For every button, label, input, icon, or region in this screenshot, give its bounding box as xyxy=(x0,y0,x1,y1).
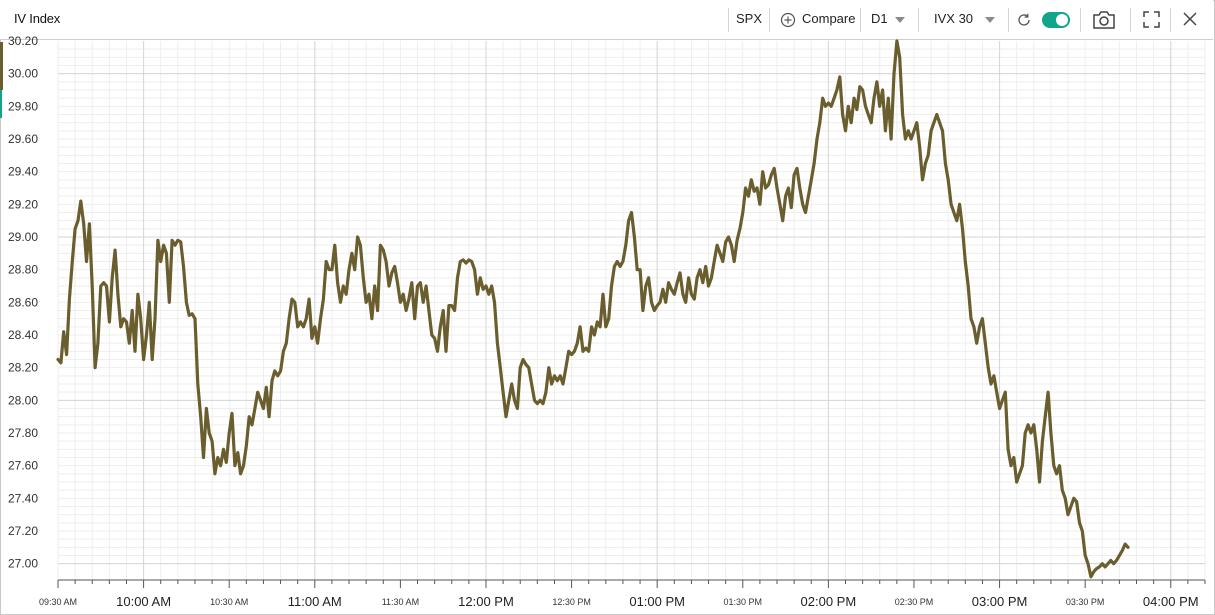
x-tick-label: 10:00 AM xyxy=(116,594,171,609)
x-tick-label: 03:30 PM xyxy=(1066,597,1105,607)
y-tick-label: 27.60 xyxy=(8,459,38,473)
y-tick-label: 27.00 xyxy=(8,557,38,571)
y-tick-label: 28.20 xyxy=(8,361,38,375)
y-tick-label: 27.80 xyxy=(8,426,38,440)
x-tick-label: 12:00 PM xyxy=(458,594,514,609)
x-tick-label: 01:00 PM xyxy=(629,594,685,609)
x-tick-label: 02:00 PM xyxy=(801,594,857,609)
iv-index-line-chart: 27.00 27.20 27.40 27.60 27.80 28.00 28.20 28.40… xyxy=(8,34,1206,609)
x-tick-label: 04:00 PM xyxy=(1143,594,1199,609)
series-layer xyxy=(56,39,1130,579)
x-tick-label: 01:30 PM xyxy=(724,597,763,607)
y-tick-label: 29.80 xyxy=(8,99,38,113)
y-tick-label: 30.00 xyxy=(8,67,38,81)
x-tick-label: 11:30 AM xyxy=(382,597,419,607)
y-tick-label: 28.80 xyxy=(8,263,38,277)
y-tick-label: 28.00 xyxy=(8,393,38,407)
x-axis: 09:30 AM 10:00 AM 10:30 AM 11:00 AM 11:30 AM… xyxy=(39,579,1206,609)
x-tick-label: 12:30 PM xyxy=(552,597,591,607)
x-tick-label: 11:00 AM xyxy=(288,594,342,609)
x-tick-label: 03:00 PM xyxy=(972,594,1028,609)
y-tick-label: 29.60 xyxy=(8,132,38,146)
x-tick-label: 10:30 AM xyxy=(210,597,248,607)
y-tick-label: 29.20 xyxy=(8,197,38,211)
y-tick-label: 28.40 xyxy=(8,328,38,342)
x-tick-label: 02:30 PM xyxy=(895,597,934,607)
y-tick-label: 29.40 xyxy=(8,165,38,179)
y-tick-label: 29.00 xyxy=(8,230,38,244)
y-axis-tick-labels: 27.00 27.20 27.40 27.60 27.80 28.00 28.20 28.40… xyxy=(8,34,38,571)
y-tick-label: 27.20 xyxy=(8,524,38,538)
y-tick-label: 28.60 xyxy=(8,295,38,309)
x-tick-label: 09:30 AM xyxy=(39,597,77,607)
minor-grid xyxy=(57,41,1206,580)
y-tick-label: 30.20 xyxy=(8,34,38,48)
ivx-series-line xyxy=(56,39,1130,579)
y-tick-label: 27.40 xyxy=(8,491,38,505)
